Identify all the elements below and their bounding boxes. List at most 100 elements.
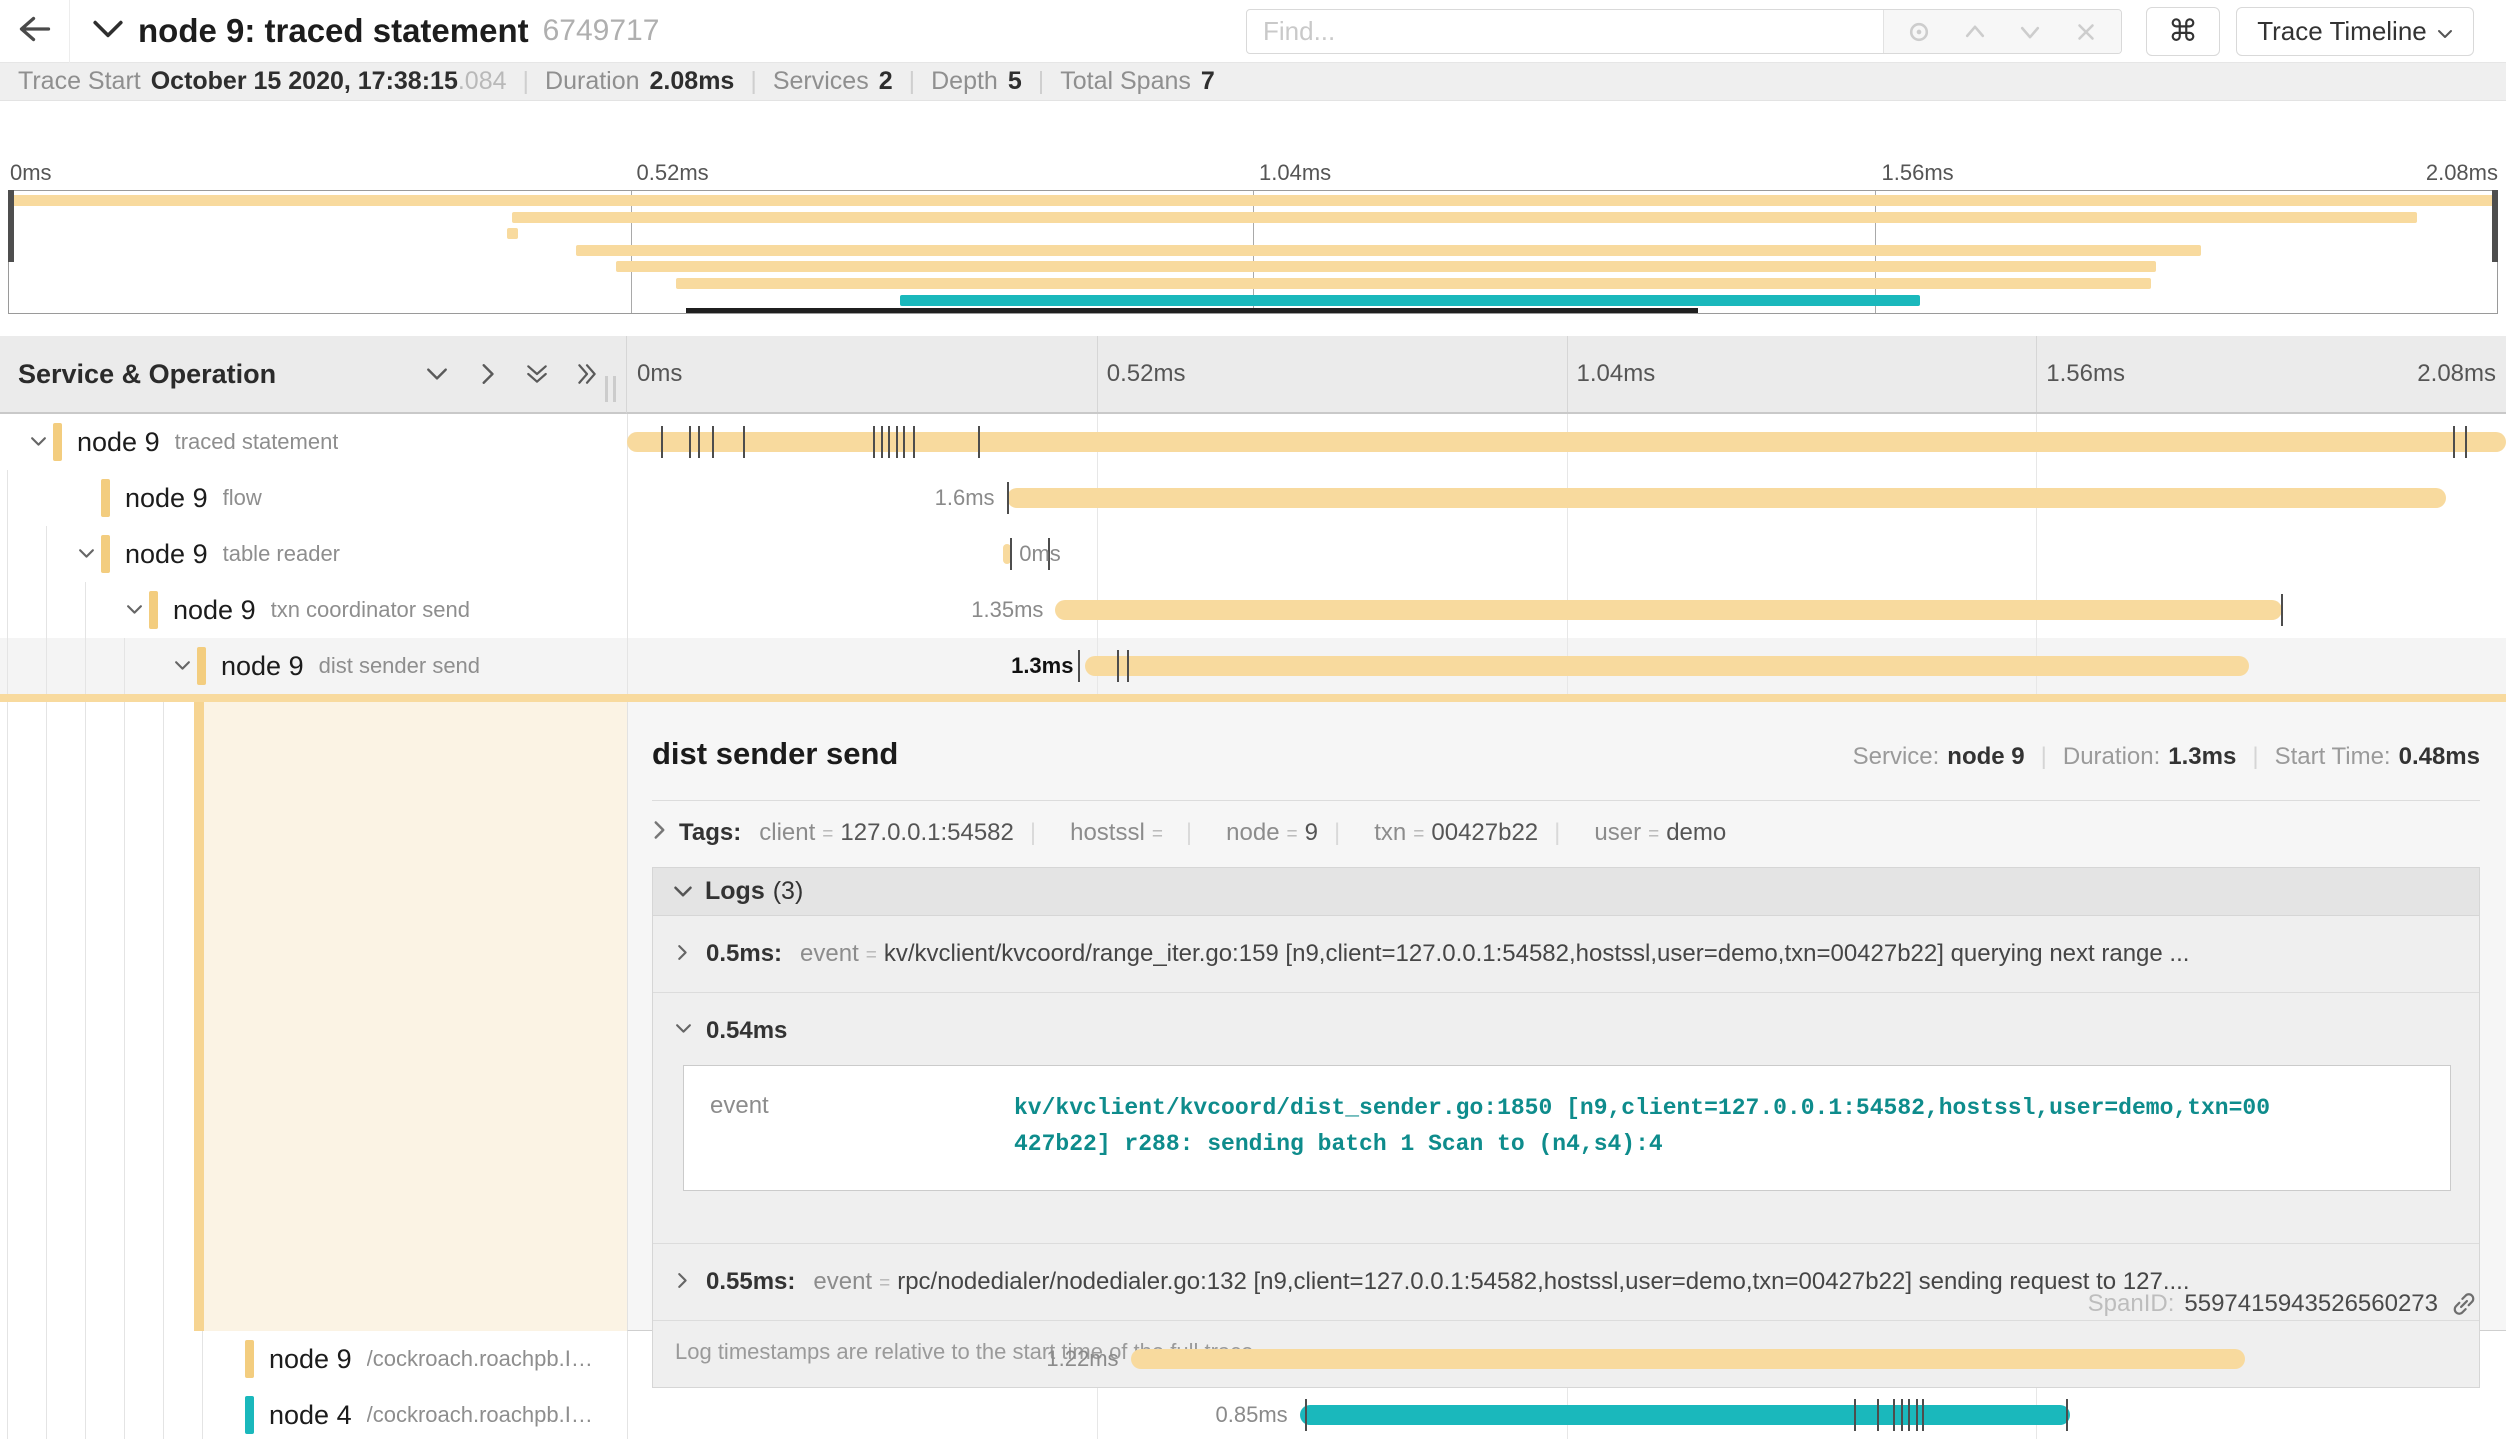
collapse-one-icon[interactable] (425, 362, 449, 386)
collapse-chevron-icon[interactable] (123, 602, 146, 619)
span-row-0[interactable]: node 9traced statement (0, 414, 2506, 470)
span-bar[interactable] (627, 432, 2506, 452)
command-icon: ⌘ (2168, 14, 2198, 49)
span-log-tick (896, 426, 898, 458)
span-row-5[interactable]: node 9/cockroach.roachpb.I… 1.22ms (0, 1331, 2506, 1387)
span-detail-meta: Service: node 9 | Duration: 1.3ms | Star… (1853, 743, 2480, 771)
span-row-label-cell[interactable]: node 9traced statement (0, 414, 627, 470)
span-row-timeline-cell[interactable]: 1.22ms (627, 1331, 2506, 1387)
span-row-1[interactable]: node 9flow1.6ms (0, 470, 2506, 526)
minimap-axis-labels: 0ms0.52ms1.04ms1.56ms2.08ms (8, 160, 2498, 186)
span-duration-label: 1.22ms (1046, 1346, 1118, 1372)
minimap-span-bar (507, 228, 518, 239)
collapse-all-icon[interactable] (525, 362, 549, 386)
span-service-name: node 4 (269, 1400, 352, 1431)
minimap-canvas[interactable] (8, 190, 2498, 314)
log-row[interactable]: 0.54mseventkv/kvclient/kvcoord/dist_send… (653, 993, 2479, 1244)
span-id-label: SpanID: (2088, 1290, 2175, 1318)
span-bar[interactable] (1131, 1349, 2245, 1369)
span-color-bar (149, 591, 158, 629)
minimap-right-scrubber[interactable] (2492, 190, 2498, 262)
chevron-right-icon (675, 940, 692, 968)
span-row-3[interactable]: node 9txn coordinator send1.35ms (0, 582, 2506, 638)
minimap-axis-label: 1.56ms (1882, 160, 1954, 186)
span-log-tick (2066, 1399, 2068, 1431)
tags-row[interactable]: Tags: client=127.0.0.1:54582|hostssl=|no… (652, 819, 2480, 847)
span-log-tick (1117, 650, 1119, 682)
span-detail-panel: dist sender send Service: node 9 | Durat… (627, 702, 2506, 1331)
column-resize-handle[interactable] (605, 376, 616, 402)
span-duration-label: 0ms (1019, 541, 1061, 567)
span-bar[interactable] (1085, 656, 2248, 676)
link-icon[interactable] (2450, 1290, 2478, 1318)
span-log-tick (1901, 1399, 1903, 1431)
span-log-tick (689, 426, 691, 458)
span-row-timeline-cell[interactable]: 1.6ms (627, 470, 2506, 526)
find-input[interactable] (1247, 10, 1883, 53)
back-button[interactable] (0, 0, 70, 63)
span-log-tick (1877, 1399, 1879, 1431)
tags-label: Tags: (679, 819, 741, 847)
expand-all-icon[interactable] (575, 362, 599, 386)
span-row-label-cell[interactable]: node 9table reader (0, 526, 627, 582)
span-row-label-cell[interactable]: node 9dist sender send (0, 638, 627, 694)
span-log-tick (2453, 426, 2455, 458)
span-log-tick (1010, 538, 1012, 570)
minimap-axis-label: 1.04ms (1259, 160, 1331, 186)
locate-icon[interactable] (1899, 12, 1939, 52)
span-row-timeline-cell[interactable]: 0.85ms (627, 1387, 2506, 1439)
service-operation-header: Service & Operation (0, 336, 627, 414)
log-timestamp: 0.55ms: (706, 1268, 795, 1296)
span-row-4[interactable]: node 9dist sender send 1.3ms (0, 638, 2506, 694)
span-row-label-cell[interactable]: node 9/cockroach.roachpb.I… (0, 1331, 627, 1387)
span-row-6[interactable]: node 4/cockroach.roachpb.I…0.85ms (0, 1387, 2506, 1439)
keyboard-shortcuts-button[interactable]: ⌘ (2146, 7, 2220, 56)
expand-one-icon[interactable] (475, 362, 499, 386)
service-operation-title: Service & Operation (18, 359, 276, 390)
ruler-label: 0.52ms (1107, 360, 1186, 388)
span-operation-name: flow (223, 485, 262, 511)
span-log-tick (1854, 1399, 1856, 1431)
span-log-tick (1916, 1399, 1918, 1431)
span-row-label-cell[interactable]: node 9txn coordinator send (0, 582, 627, 638)
span-bar[interactable] (1007, 488, 2446, 508)
trace-view-label: Trace Timeline (2257, 16, 2427, 47)
span-row-label-cell[interactable]: node 4/cockroach.roachpb.I… (0, 1387, 627, 1439)
span-id-row: SpanID: 5597415943526560273 (2088, 1290, 2478, 1318)
log-value: rpc/nodedialer/nodedialer.go:132 [n9,cli… (897, 1268, 2189, 1296)
span-row-timeline-cell[interactable]: 1.3ms (627, 638, 2506, 694)
span-log-tick (903, 426, 905, 458)
next-result-icon[interactable] (2010, 12, 2050, 52)
span-rows-bottom: node 9/cockroach.roachpb.I… 1.22ms node 4/… (0, 1331, 2506, 1439)
clear-find-icon[interactable] (2066, 12, 2106, 52)
span-bar[interactable] (1055, 600, 2282, 620)
span-color-bar (245, 1396, 254, 1434)
minimap-span-bar (576, 245, 2201, 256)
minimap-left-scrubber[interactable] (8, 190, 14, 262)
span-row-timeline-cell[interactable]: 1.35ms (627, 582, 2506, 638)
span-row-timeline-cell[interactable] (627, 414, 2506, 470)
span-operation-name: dist sender send (319, 653, 480, 679)
span-row-2[interactable]: node 9table reader 0ms (0, 526, 2506, 582)
span-color-bar (53, 423, 62, 461)
collapse-chevron-icon[interactable] (75, 546, 98, 563)
collapse-chevron-icon[interactable] (171, 658, 194, 675)
logs-header[interactable]: Logs (3) (653, 868, 2479, 916)
span-service-name: node 9 (77, 427, 160, 458)
page-title: node 9: traced statement (138, 12, 529, 50)
log-row[interactable]: 0.5ms:event=kv/kvclient/kvcoord/range_it… (653, 916, 2479, 993)
span-row-timeline-cell[interactable]: 0ms (627, 526, 2506, 582)
span-detail-row: dist sender send Service: node 9 | Durat… (0, 702, 2506, 1331)
duration-label: Duration (545, 67, 640, 96)
collapse-chevron-icon[interactable] (27, 434, 50, 451)
trace-view-selector[interactable]: Trace Timeline (2236, 7, 2474, 56)
tag-item: hostssl= (1052, 819, 1170, 847)
ruler-label: 2.08ms (2417, 360, 2496, 388)
span-bar[interactable] (1300, 1405, 2070, 1425)
prev-result-icon[interactable] (1955, 12, 1995, 52)
collapse-trace-button[interactable] (92, 17, 124, 46)
span-duration-label: 1.3ms (1011, 653, 1073, 679)
detail-start-label: Start Time: (2275, 743, 2391, 771)
minimap-span-bar (676, 278, 2151, 289)
span-row-label-cell[interactable]: node 9flow (0, 470, 627, 526)
